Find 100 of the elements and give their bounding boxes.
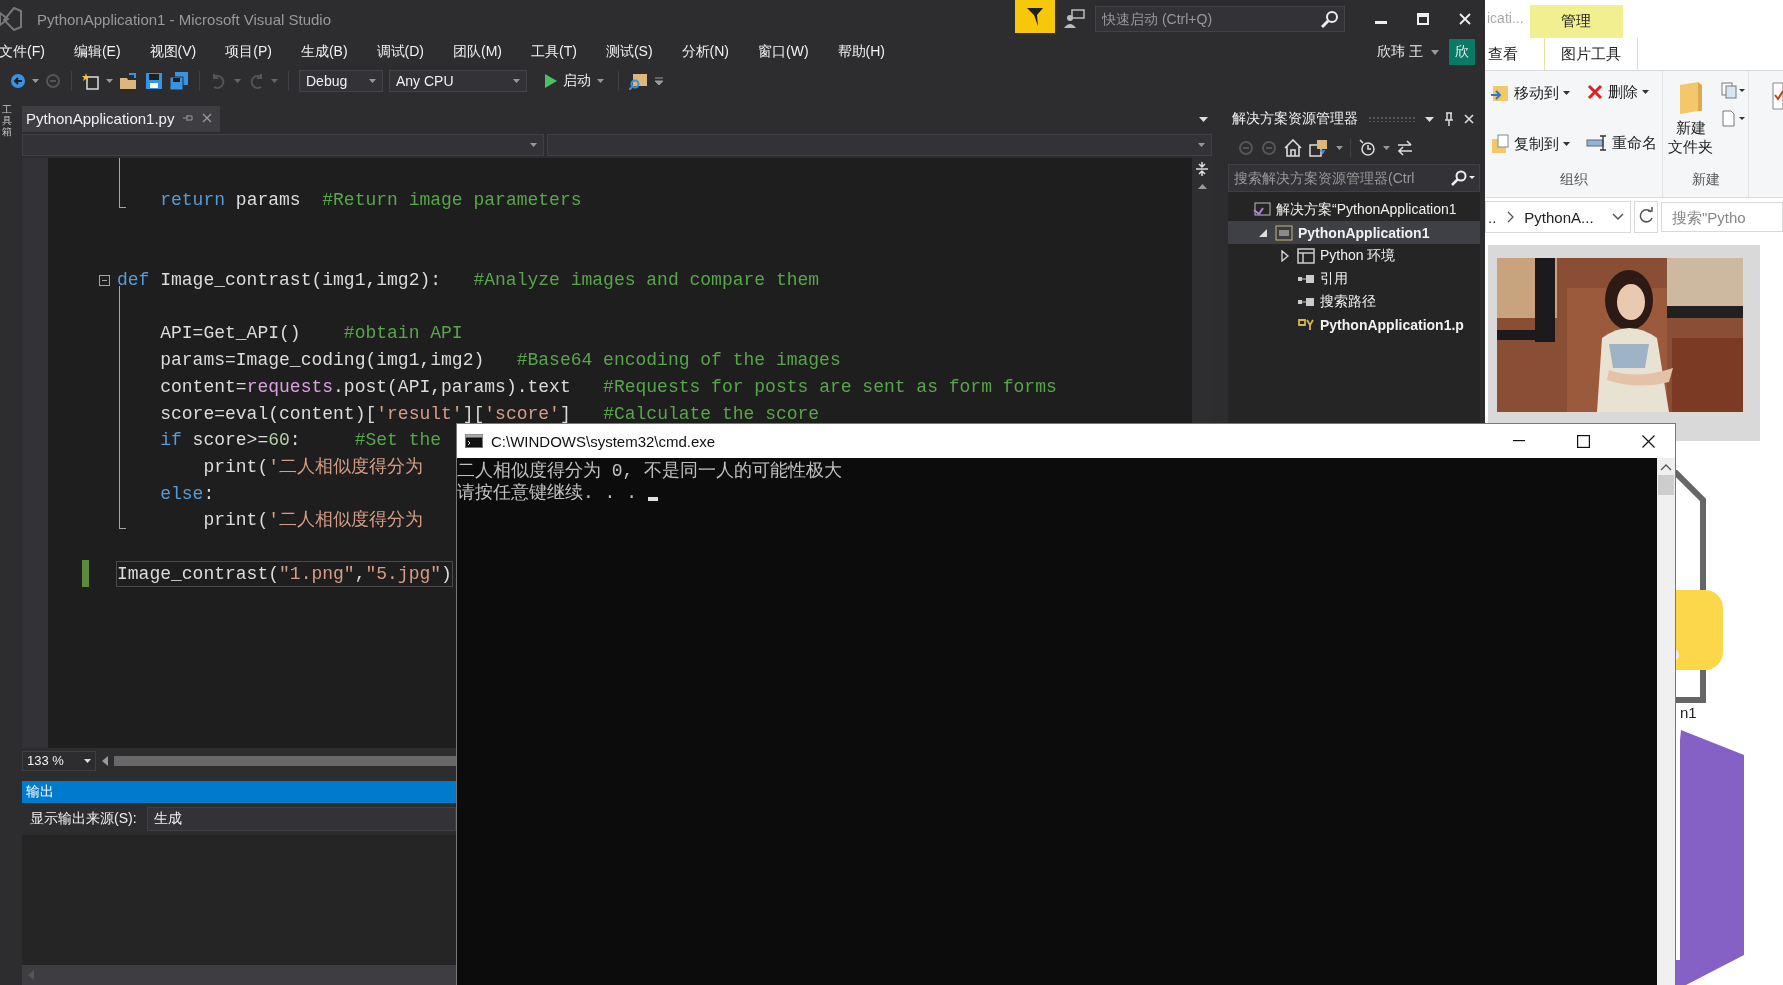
new-project-icon[interactable] — [82, 72, 100, 90]
caret-icon[interactable] — [32, 79, 39, 83]
split-icon[interactable] — [1196, 162, 1208, 176]
caret-icon — [1563, 91, 1570, 95]
caret-icon[interactable] — [1199, 117, 1208, 122]
feedback-icon[interactable] — [1063, 8, 1085, 30]
window-title: C:\WINDOWS\system32\cmd.exe — [491, 432, 716, 450]
tree-item[interactable]: PythonApplication1 — [1228, 221, 1480, 244]
scrollbar-thumb[interactable] — [114, 755, 456, 766]
caret-icon[interactable] — [1425, 116, 1434, 122]
tree-item[interactable]: Python 环境 — [1228, 244, 1480, 267]
ribbon-button[interactable]: 复制到 — [1487, 132, 1573, 156]
menu-item[interactable]: 测试(S) — [600, 43, 658, 61]
rename-icon — [1586, 134, 1608, 153]
history-icon[interactable] — [1358, 139, 1376, 157]
tree-item[interactable]: PythonApplication1.p — [1228, 313, 1480, 336]
menu-item[interactable]: 文件(F) — [0, 43, 50, 61]
ribbon-button[interactable]: 移动到 — [1487, 81, 1573, 105]
caret-icon — [1642, 90, 1649, 95]
quick-launch-field[interactable]: 快速启动 (Ctrl+Q) — [1095, 6, 1345, 32]
ribbon-button[interactable]: 新建 文件夹 — [1665, 79, 1716, 159]
caret-icon — [530, 143, 537, 147]
menu-item[interactable]: 项目(P) — [220, 43, 277, 61]
sync-icon[interactable] — [1309, 139, 1329, 157]
output-source-dropdown[interactable]: 生成 — [146, 807, 456, 831]
visual-studio-logo-icon — [0, 7, 22, 31]
code-line: content=requests.post(API,params).text #Requests for posts are sent as form forms — [159, 375, 1058, 399]
horizontal-scrollbar[interactable] — [22, 965, 456, 985]
contextual-tab[interactable]: 管理 — [1529, 5, 1623, 38]
menu-item[interactable]: 团队(M) — [448, 43, 507, 61]
menu-item[interactable]: 生成(B) — [295, 43, 353, 61]
console-line: 请按任意键继续. . . — [457, 482, 638, 504]
caret-icon[interactable] — [1431, 49, 1439, 55]
menu-item[interactable]: 工具(T) — [526, 43, 582, 61]
back-icon[interactable] — [10, 73, 26, 89]
scroll-up-icon[interactable] — [1197, 184, 1207, 189]
close-icon[interactable] — [1642, 434, 1655, 448]
ribbon-button[interactable]: 删除 — [1583, 81, 1660, 104]
caret-icon[interactable] — [1336, 146, 1343, 150]
menu-item[interactable]: 视图(V) — [144, 43, 202, 61]
toolbox-tab[interactable]: 工具箱 — [2, 104, 12, 137]
menu-item[interactable]: 编辑(E) — [68, 43, 126, 61]
field-label: 显示输出来源(S): — [30, 810, 137, 828]
search-field[interactable]: 搜索解决方案资源管理器(Ctrl — [1228, 164, 1480, 192]
scrollbar-thumb[interactable] — [1658, 475, 1674, 495]
caret-icon[interactable] — [1383, 146, 1390, 150]
address-bar[interactable]: .. PythonA... — [1485, 201, 1631, 233]
open-folder-icon[interactable] — [119, 72, 139, 90]
code-line: API=Get_API() #obtain API — [159, 322, 464, 346]
menu-item[interactable]: 调试(D) — [371, 43, 429, 61]
menu-item[interactable]: 窗口(W) — [753, 43, 814, 61]
reference-icon — [1297, 296, 1315, 307]
tree-item[interactable]: 引用 — [1228, 267, 1480, 290]
file-name[interactable]: n1 — [1680, 704, 1697, 721]
platform-dropdown[interactable]: Any CPU — [389, 70, 527, 92]
search-icon[interactable] — [1450, 170, 1476, 186]
user-name[interactable]: 欣玮 王 — [1377, 43, 1423, 61]
menu-item[interactable]: 分析(N) — [676, 43, 734, 61]
save-icon[interactable] — [145, 72, 163, 90]
configuration-dropdown[interactable]: Debug — [299, 70, 383, 92]
new-item-icon[interactable] — [1720, 81, 1746, 99]
home-icon[interactable] — [1284, 139, 1302, 157]
scroll-left-icon[interactable] — [102, 755, 108, 766]
group-label: 组织 — [1559, 171, 1588, 189]
dropdown-icon[interactable] — [1612, 213, 1624, 221]
document-icon[interactable] — [1720, 109, 1746, 127]
refresh-icon[interactable] — [1634, 201, 1658, 233]
breadcrumb[interactable]: PythonA... — [1524, 208, 1602, 226]
notification-button[interactable] — [1015, 0, 1055, 33]
breadcrumb[interactable]: .. — [1488, 208, 1497, 226]
folder-icon — [1677, 81, 1704, 115]
code-line: score=eval(content)['result']['score'] #Calculate the score — [159, 402, 821, 426]
zoom-dropdown[interactable]: 133 % — [22, 750, 96, 771]
collapse-icon[interactable] — [99, 274, 110, 286]
caret-icon — [1563, 142, 1570, 146]
avatar[interactable]: 欣 — [1449, 39, 1475, 65]
tree-item[interactable]: 搜索路径 — [1228, 290, 1480, 313]
switch-icon[interactable] — [1397, 140, 1413, 156]
caret-icon[interactable] — [106, 79, 113, 83]
start-button[interactable]: 启动 — [541, 72, 608, 90]
pin-icon[interactable] — [1444, 112, 1454, 126]
save-all-icon[interactable] — [169, 72, 189, 90]
project-icon — [1275, 224, 1293, 241]
properties-icon[interactable] — [1771, 81, 1783, 111]
find-folder-icon[interactable] — [629, 72, 649, 90]
caret-icon — [513, 79, 520, 83]
ribbon-button[interactable]: 重命名 — [1583, 132, 1660, 155]
overflow-icon[interactable] — [655, 77, 663, 85]
minimize-icon[interactable] — [1513, 440, 1525, 442]
maximize-icon[interactable] — [1577, 434, 1590, 448]
text-cursor — [647, 497, 658, 501]
solution-file-icon[interactable] — [1676, 730, 1746, 985]
flag-icon — [1026, 6, 1044, 27]
menu-item[interactable]: 帮助(H) — [832, 43, 890, 61]
code-line: print('二人相似度得分为 — [202, 455, 425, 479]
panel-title: 输出 — [26, 783, 54, 801]
search-icon[interactable] — [1321, 10, 1339, 28]
ribbon-tab[interactable]: 查看 — [1485, 38, 1521, 70]
scroll-up-icon[interactable] — [1660, 464, 1672, 471]
tree-item[interactable]: 解决方案“PythonApplication1 — [1228, 198, 1480, 221]
